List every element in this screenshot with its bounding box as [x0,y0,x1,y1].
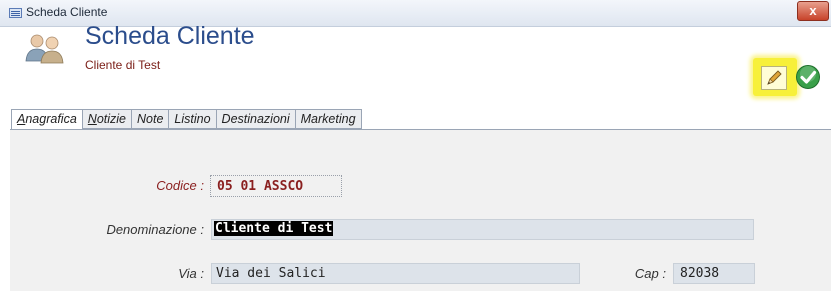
cap-label: Cap : [634,266,666,281]
tab-destinazioni[interactable]: Destinazioni [216,109,296,129]
tab-listino[interactable]: Listino [169,109,217,129]
codice-field[interactable]: 05 01 ASSCO [210,175,342,197]
tab-notizie[interactable]: Notizie [82,109,132,129]
via-label: Via : [178,266,204,281]
denominazione-field[interactable]: Cliente di Test [211,219,754,240]
confirm-button[interactable] [795,64,821,90]
form-app-icon [9,8,22,18]
tab-marketing[interactable]: Marketing [295,109,362,129]
denominazione-label: Denominazione : [106,222,204,237]
codice-label: Codice : [156,178,204,193]
users-icon [25,34,64,64]
tab-anagrafica[interactable]: Anagrafica [11,109,83,130]
close-button[interactable]: x [797,1,829,21]
form-subtitle: Cliente di Test [85,58,161,72]
tab-note[interactable]: Note [132,109,170,129]
tab-bar: Anagrafica Notizie Note Listino Destinaz… [11,109,362,130]
pencil-icon [767,70,782,85]
form-title: Scheda Cliente [85,22,255,50]
via-field[interactable]: Via dei Salici [211,263,580,284]
edit-button[interactable] [761,66,787,90]
denominazione-value: Cliente di Test [214,221,334,236]
window-title: Scheda Cliente [26,5,108,19]
cap-field[interactable]: 82038 [673,263,755,284]
